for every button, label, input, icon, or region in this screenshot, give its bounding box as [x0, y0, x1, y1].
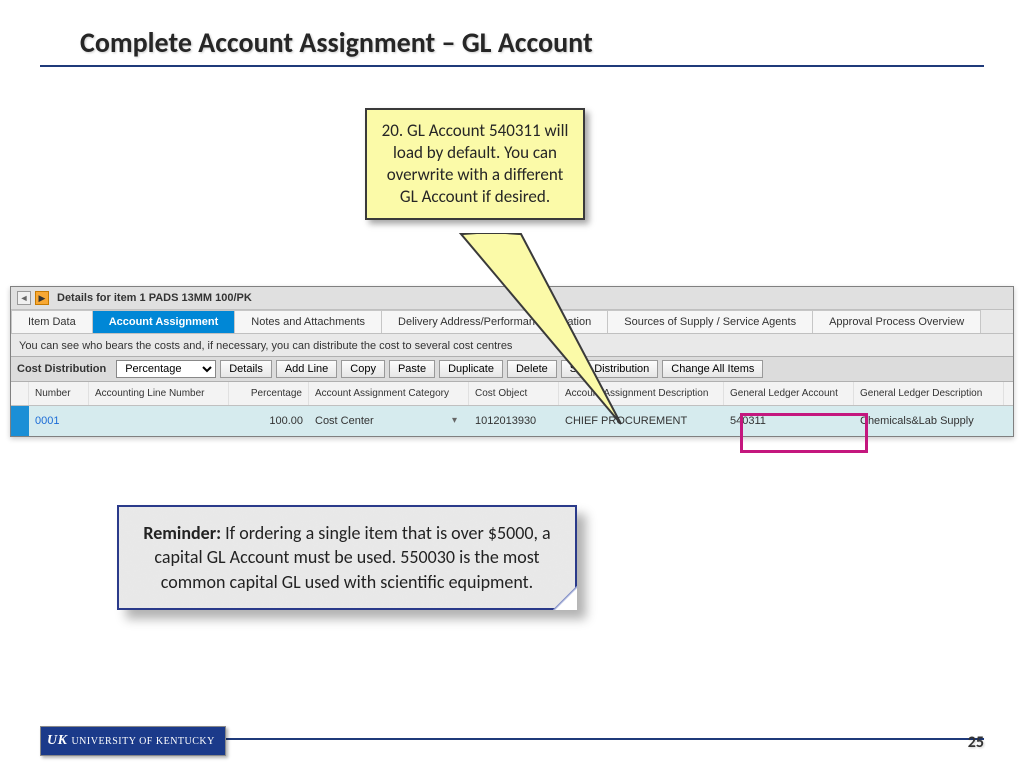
row-selector[interactable]	[11, 406, 29, 436]
cell-percentage: 100.00	[229, 411, 309, 431]
chevron-down-icon[interactable]: ▾	[452, 415, 457, 426]
panel-title: Details for item 1 PADS 13MM 100/PK	[57, 292, 252, 304]
cost-distribution-label: Cost Distribution	[17, 363, 106, 375]
tab-item-data[interactable]: Item Data	[11, 310, 93, 333]
prev-item-button[interactable]: ◄	[17, 291, 31, 305]
page-curl-icon	[553, 586, 577, 610]
cell-general-ledger-account[interactable]: 540311	[724, 411, 854, 431]
cell-accounting-line-number	[89, 417, 229, 425]
col-number: Number	[29, 382, 89, 405]
add-line-button[interactable]: Add Line	[276, 360, 337, 378]
uk-mark: UK	[47, 733, 67, 749]
paste-button[interactable]: Paste	[389, 360, 435, 378]
reminder-box: Reminder: If ordering a single item that…	[117, 505, 577, 610]
tab-account-assignment[interactable]: Account Assignment	[92, 310, 236, 333]
tab-approval-process[interactable]: Approval Process Overview	[812, 310, 981, 333]
cell-general-ledger-description: Chemicals&Lab Supply	[854, 411, 1004, 431]
reminder-label: Reminder:	[143, 522, 221, 544]
col-percentage: Percentage	[229, 382, 309, 405]
callout-arrow-icon	[461, 234, 721, 444]
col-general-ledger-account: General Ledger Account	[724, 382, 854, 405]
col-accounting-line-number: Accounting Line Number	[89, 382, 229, 405]
callout: 20. GL Account 540311 will load by defau…	[365, 108, 585, 220]
copy-button[interactable]: Copy	[341, 360, 385, 378]
tab-notes-attachments[interactable]: Notes and Attachments	[234, 310, 382, 333]
uk-logo-text: UNIVERSITY OF KENTUCKY	[71, 736, 214, 747]
col-general-ledger-description: General Ledger Description	[854, 382, 1004, 405]
cell-number[interactable]: 0001	[29, 411, 89, 431]
page-number: 25	[968, 733, 984, 752]
footer-rule: UK UNIVERSITY OF KENTUCKY	[40, 738, 984, 740]
callout-text: 20. GL Account 540311 will load by defau…	[365, 108, 585, 220]
next-item-button[interactable]: ▶	[35, 291, 49, 305]
uk-logo: UK UNIVERSITY OF KENTUCKY	[40, 726, 226, 756]
page-title: Complete Account Assignment – GL Account	[40, 0, 984, 67]
cost-distribution-select[interactable]: Percentage	[116, 360, 216, 378]
details-button[interactable]: Details	[220, 360, 272, 378]
cell-assignment-category[interactable]: Cost Center▾	[309, 411, 469, 431]
col-assignment-category: Account Assignment Category	[309, 382, 469, 405]
